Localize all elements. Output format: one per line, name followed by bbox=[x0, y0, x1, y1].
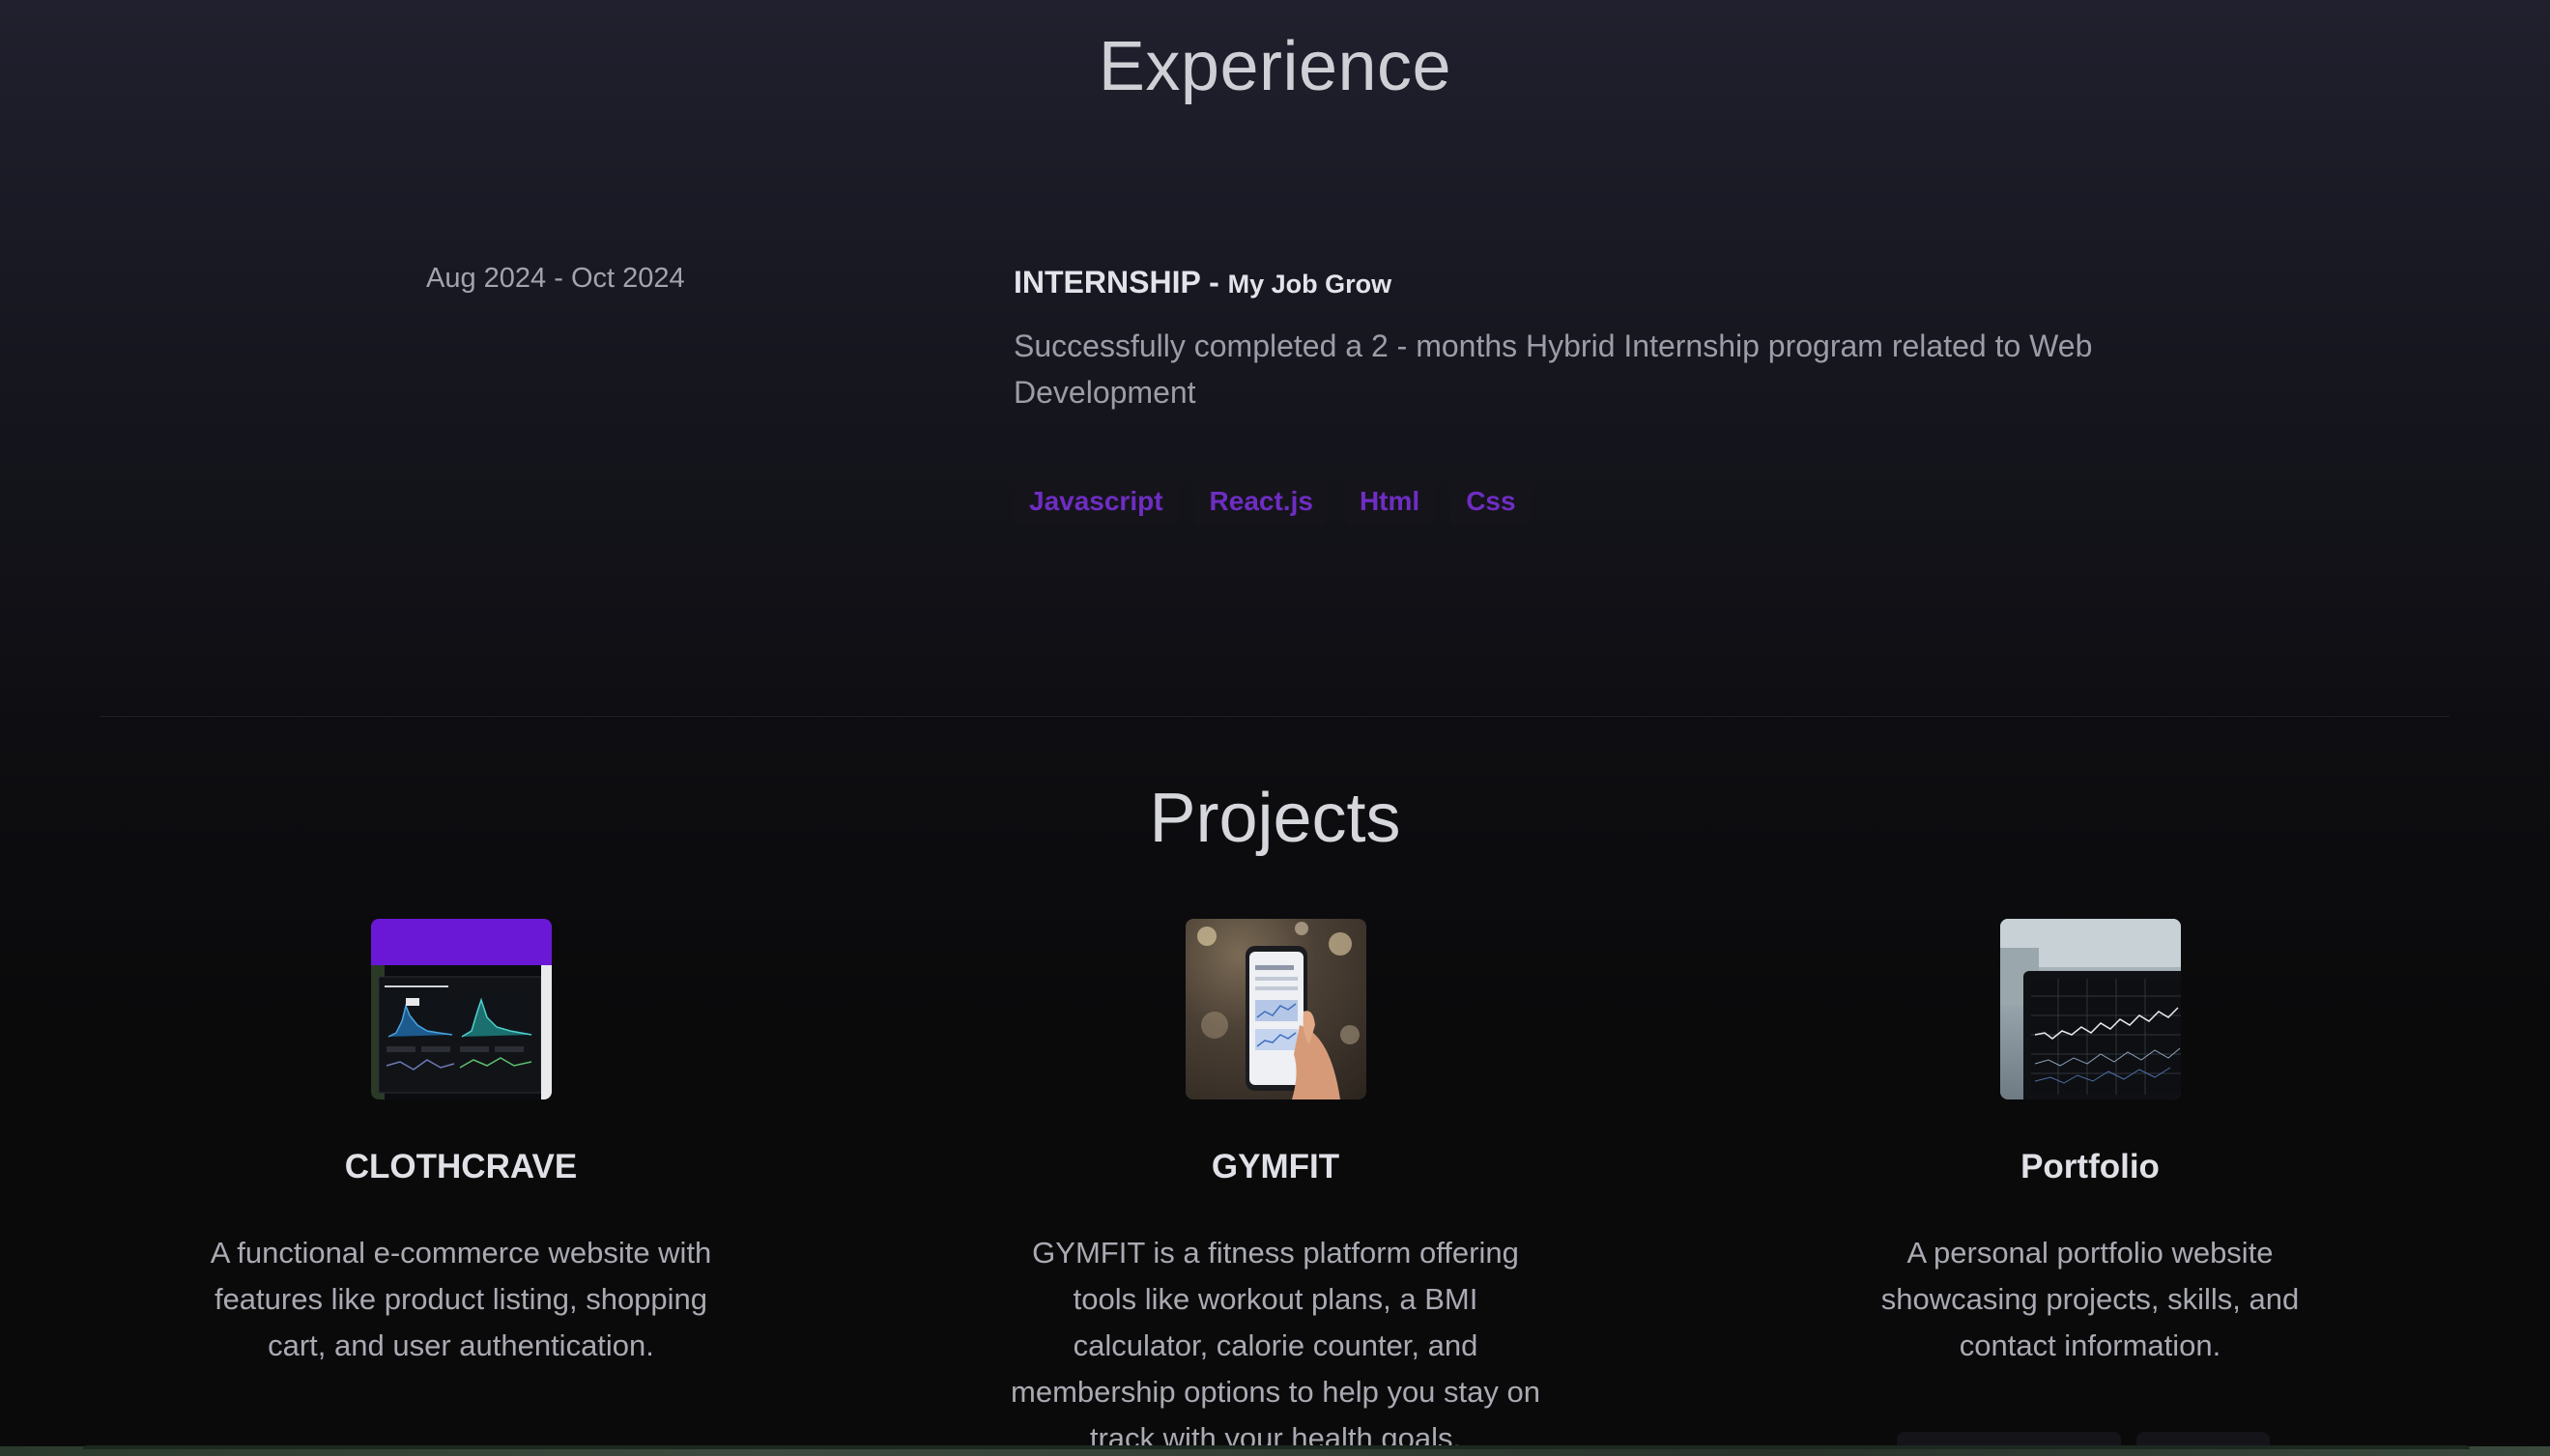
project-description: A personal portfolio website showcasing … bbox=[1880, 1236, 2300, 1362]
dashboard-charts-thumbnail[interactable] bbox=[370, 919, 552, 1099]
portfolio-page: Experience Aug 2024 - Oct 2024 INTERNSHI… bbox=[0, 0, 2550, 1456]
dashboard-charts-icon bbox=[370, 919, 552, 1099]
laptop-stock-chart-thumbnail[interactable] bbox=[1999, 919, 2181, 1099]
project-description: A functional e-commerce website with fea… bbox=[210, 1236, 712, 1362]
experience-date: Aug 2024 - Oct 2024 bbox=[426, 263, 685, 294]
section-divider bbox=[100, 716, 2450, 717]
laptop-stock-chart-icon bbox=[1999, 919, 2181, 1099]
project-card-clothcrave[interactable]: CLOTHCRAVE A functional e-commerce websi… bbox=[190, 919, 731, 1369]
skill-tag: Css bbox=[1450, 477, 1532, 526]
project-card-portfolio[interactable]: Portfolio A personal portfolio website s… bbox=[1819, 919, 2361, 1369]
phone-in-hand-icon bbox=[1196, 922, 1360, 1099]
experience-heading: Experience bbox=[1098, 28, 1452, 105]
skill-tag: React.js bbox=[1193, 477, 1329, 526]
skill-tags: Javascript React.js Html Css bbox=[1014, 477, 1532, 526]
experience-description: Successfully completed a 2 - months Hybr… bbox=[1014, 328, 2093, 410]
project-title: Portfolio bbox=[2020, 1148, 2160, 1185]
project-title: CLOTHCRAVE bbox=[344, 1148, 578, 1185]
project-description: GYMFIT is a fitness platform offering to… bbox=[1011, 1236, 1540, 1455]
project-card-gymfit[interactable]: GYMFIT GYMFIT is a fitness platform offe… bbox=[1005, 919, 1546, 1456]
skill-tag: Html bbox=[1343, 477, 1436, 526]
experience-company: My Job Grow bbox=[1227, 270, 1392, 299]
role-separator: - bbox=[1200, 265, 1228, 300]
bottom-edge-inner bbox=[83, 1445, 2470, 1449]
experience-role-line: INTERNSHIP - My Job Grow bbox=[1014, 265, 1391, 300]
projects-heading: Projects bbox=[1149, 780, 1401, 857]
project-title: GYMFIT bbox=[1211, 1148, 1340, 1185]
skill-tag: Javascript bbox=[1014, 477, 1179, 526]
phone-in-hand-thumbnail[interactable] bbox=[1185, 919, 1366, 1099]
experience-role: INTERNSHIP bbox=[1014, 265, 1201, 300]
